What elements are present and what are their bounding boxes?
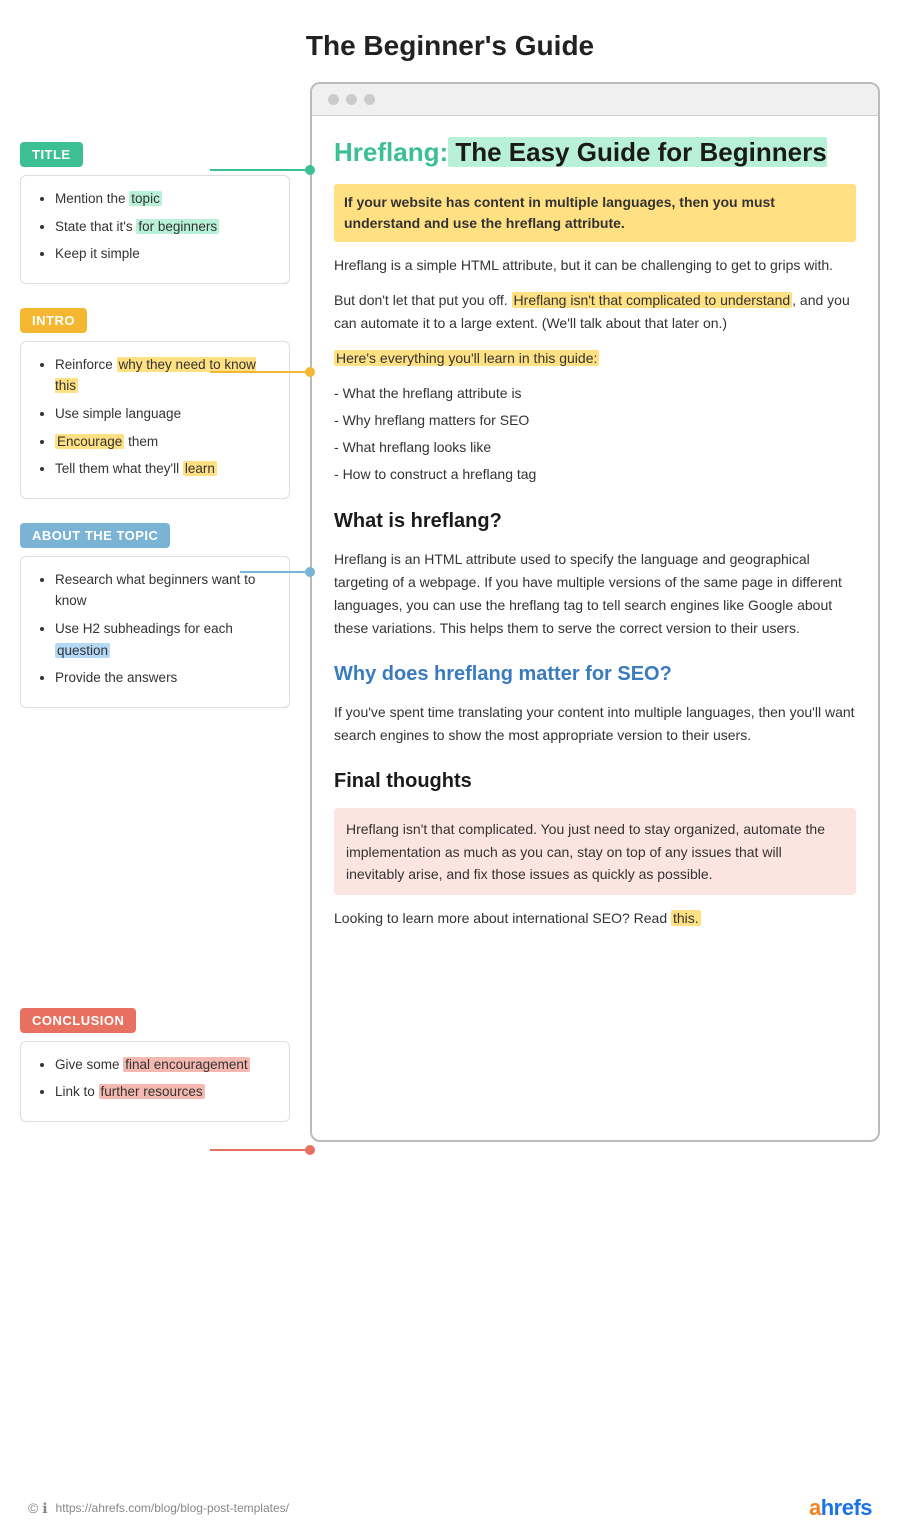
about-item-3: Provide the answers [55,667,273,689]
about-item-2: Use H2 subheadings for each question [55,618,273,661]
title-highlight: The Easy Guide for Beginners [448,137,827,167]
guide-intro-highlight: Here's everything you'll learn in this g… [334,350,599,366]
encouragement-highlight: final encouragement [123,1057,249,1072]
para-1: Hreflang is a simple HTML attribute, but… [334,254,856,277]
conclusion-end: Looking to learn more about internationa… [334,907,856,930]
title-label: TITLE [20,142,83,167]
conclusion-end-start: Looking to learn more about internationa… [334,910,671,926]
footer-left: © ℹ https://ahrefs.com/blog/blog-post-te… [28,1500,289,1517]
spacer [20,728,290,1008]
cc-icon: © ℹ [28,1500,48,1517]
about-section: ABOUT THE TOPIC Research what beginners … [20,523,290,708]
article-title: Hreflang: The Easy Guide for Beginners [334,136,856,170]
title-item-3: Keep it simple [55,243,273,265]
conclusion-item-2: Link to further resources [55,1081,273,1103]
intro-item-4: Tell them what they'll learn [55,458,273,480]
conclusion-item-1: Give some final encouragement [55,1054,273,1076]
intro-item-3: Encourage them [55,431,273,453]
resources-highlight: further resources [99,1084,205,1099]
guide-intro: Here's everything you'll learn in this g… [334,347,856,370]
dot-3 [364,94,375,105]
para-2: But don't let that put you off. Hreflang… [334,289,856,335]
page-wrapper: The Beginner's Guide TITLE Mention the t… [0,0,900,1202]
intro-card: Reinforce why they need to know this Use… [20,341,290,499]
section3-heading: Final thoughts [334,765,856,798]
about-label: ABOUT THE TOPIC [20,523,170,548]
title-card: Mention the topic State that it's for be… [20,175,290,284]
this-link[interactable]: this. [671,910,701,926]
need-highlight: why they need to know this [55,357,256,394]
dot-2 [346,94,357,105]
browser-content: Hreflang: The Easy Guide for Beginners I… [312,116,878,966]
footer-brand: ahrefs [809,1495,872,1521]
conclusion-highlight-block: Hreflang isn't that complicated. You jus… [334,808,856,895]
footer: © ℹ https://ahrefs.com/blog/blog-post-te… [0,1495,900,1521]
learn-highlight: learn [183,461,217,476]
left-panel: TITLE Mention the topic State that it's … [20,82,310,1142]
beginners-highlight: for beginners [136,219,219,234]
encourage-highlight: Encourage [55,434,124,449]
complicated-highlight: Hreflang isn't that complicated to under… [512,292,793,308]
guide-item-4: How to construct a hreflang tag [334,463,856,486]
section2-body: If you've spent time translating your co… [334,701,856,747]
page-title: The Beginner's Guide [0,0,900,82]
topic-highlight: topic [129,191,162,206]
intro-highlight-block: If your website has content in multiple … [334,184,856,242]
guide-item-3: What hreflang looks like [334,436,856,459]
about-item-1: Research what beginners want to know [55,569,273,612]
browser-bar [312,84,878,116]
conclusion-card: Give some final encouragement Link to fu… [20,1041,290,1122]
main-layout: TITLE Mention the topic State that it's … [0,82,900,1202]
hreflang-word: Hreflang: [334,137,448,167]
browser-panel: Hreflang: The Easy Guide for Beginners I… [310,82,880,1142]
guide-item-2: Why hreflang matters for SEO [334,409,856,432]
conclusion-label: CONCLUSION [20,1008,136,1033]
question-highlight: question [55,643,110,658]
title-item-1: Mention the topic [55,188,273,210]
guide-item-1: What the hreflang attribute is [334,382,856,405]
intro-item-2: Use simple language [55,403,273,425]
section2-heading: Why does hreflang matter for SEO? [334,658,856,691]
dot-1 [328,94,339,105]
footer-url[interactable]: https://ahrefs.com/blog/blog-post-templa… [56,1501,289,1515]
conclusion-section: CONCLUSION Give some final encouragement… [20,1008,290,1122]
guide-list: What the hreflang attribute is Why hrefl… [334,382,856,486]
intro-section: INTRO Reinforce why they need to know th… [20,308,290,499]
about-card: Research what beginners want to know Use… [20,556,290,708]
section1-heading: What is hreflang? [334,505,856,538]
intro-label: INTRO [20,308,87,333]
title-section: TITLE Mention the topic State that it's … [20,142,290,284]
intro-item-1: Reinforce why they need to know this [55,354,273,397]
section1-body: Hreflang is an HTML attribute used to sp… [334,548,856,640]
para2-start: But don't let that put you off. [334,292,512,308]
title-item-2: State that it's for beginners [55,216,273,238]
